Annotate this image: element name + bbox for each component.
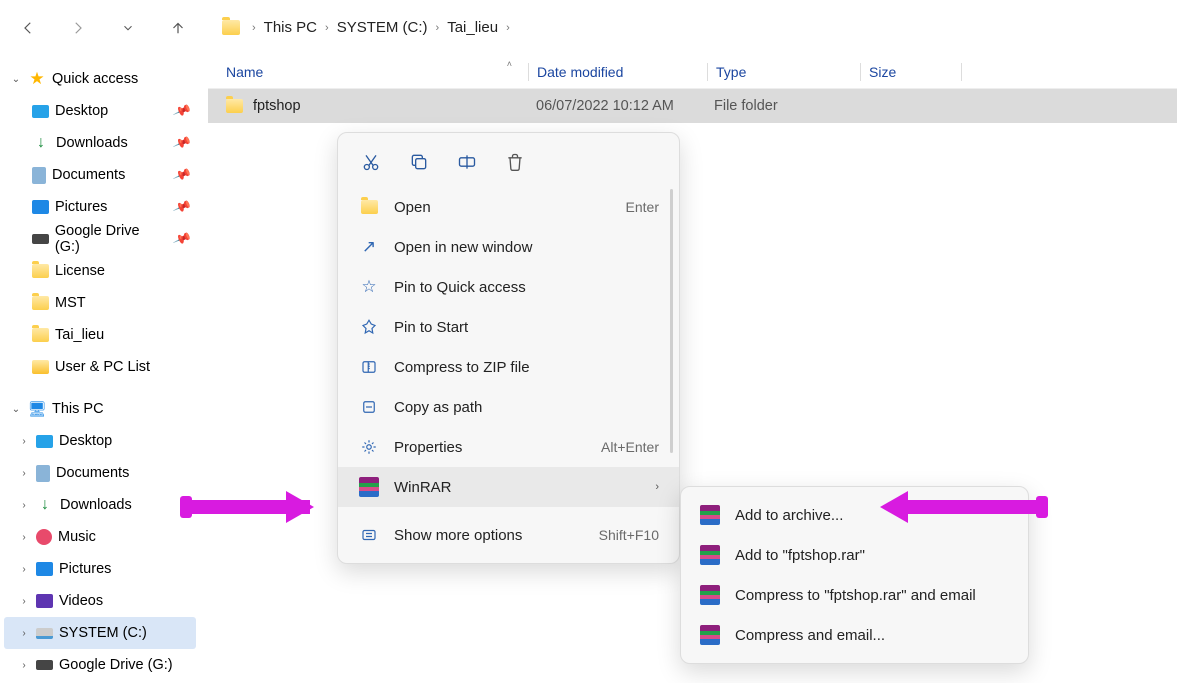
picture-icon [36, 562, 53, 576]
zip-icon [358, 356, 380, 378]
download-icon: ↓ [32, 134, 50, 152]
cut-button[interactable] [356, 147, 386, 177]
sub-add-to[interactable]: Add to "fptshop.rar" [681, 535, 1028, 575]
properties-icon [358, 436, 380, 458]
ctx-pin-qa[interactable]: ☆Pin to Quick access [338, 267, 679, 307]
col-type[interactable]: Type [708, 64, 860, 80]
ctx-pin-start[interactable]: Pin to Start [338, 307, 679, 347]
sub-compress-email[interactable]: Compress to "fptshop.rar" and email [681, 575, 1028, 615]
sidebar-documents[interactable]: Documents📌 [4, 159, 196, 191]
pin-icon: 📌 [172, 197, 193, 218]
pin-icon: 📌 [172, 165, 193, 186]
sidebar-pc-music[interactable]: ›Music [4, 521, 196, 553]
copy-path-icon [358, 396, 380, 418]
sidebar-desktop[interactable]: Desktop📌 [4, 95, 196, 127]
chevron-right-icon: › [655, 481, 659, 493]
sidebar-tailieu[interactable]: Tai_lieu [4, 319, 196, 351]
forward-button[interactable] [64, 14, 92, 42]
ctx-winrar[interactable]: WinRAR› [338, 467, 679, 507]
col-name[interactable]: Name˄ [208, 64, 528, 80]
more-icon [358, 524, 380, 546]
winrar-icon [699, 544, 721, 566]
download-icon: ↓ [36, 496, 54, 514]
ctx-open-window[interactable]: ↗Open in new window [338, 227, 679, 267]
recent-dropdown[interactable] [114, 14, 142, 42]
music-icon [36, 529, 52, 545]
sidebar-this-pc[interactable]: ⌄🖥This PC [4, 393, 196, 425]
rename-button[interactable] [452, 147, 482, 177]
sidebar-downloads[interactable]: ↓Downloads📌 [4, 127, 196, 159]
sidebar-pc-gdrive[interactable]: ›Google Drive (G:) [4, 649, 196, 681]
sidebar-pc-downloads[interactable]: ›↓Downloads [4, 489, 196, 521]
toolbar: › This PC › SYSTEM (C:) › Tai_lieu › [0, 0, 1185, 55]
folder-icon [32, 360, 49, 374]
col-size[interactable]: Size [861, 64, 961, 80]
desktop-icon [36, 435, 53, 448]
winrar-icon [699, 504, 721, 526]
star-icon: ★ [28, 70, 46, 88]
ctx-zip[interactable]: Compress to ZIP file [338, 347, 679, 387]
crumb-root[interactable]: This PC [264, 19, 317, 36]
col-date[interactable]: Date modified [529, 64, 707, 80]
sidebar-pc-desktop[interactable]: ›Desktop [4, 425, 196, 457]
drive-icon [36, 660, 53, 670]
sidebar-pc-system[interactable]: ›SYSTEM (C:) [4, 617, 196, 649]
sidebar: ⌄★Quick access Desktop📌 ↓Downloads📌 Docu… [0, 55, 200, 683]
desktop-icon [32, 105, 49, 118]
sidebar-quick-access[interactable]: ⌄★Quick access [4, 63, 196, 95]
folder-icon [222, 20, 240, 35]
column-headers: Name˄ Date modified Type Size [208, 55, 1177, 89]
winrar-icon [358, 476, 380, 498]
drive-icon [32, 234, 49, 244]
folder-icon [32, 328, 49, 342]
delete-button[interactable] [500, 147, 530, 177]
folder-icon [32, 296, 49, 310]
sidebar-pc-pictures[interactable]: ›Pictures [4, 553, 196, 585]
folder-icon [226, 99, 243, 113]
sub-compress-and-email[interactable]: Compress and email... [681, 615, 1028, 655]
external-icon: ↗ [358, 236, 380, 258]
document-icon [32, 167, 46, 184]
winrar-icon [699, 584, 721, 606]
pin-icon: 📌 [172, 229, 193, 250]
document-icon [36, 465, 50, 482]
back-button[interactable] [14, 14, 42, 42]
sidebar-pc-videos[interactable]: ›Videos [4, 585, 196, 617]
up-button[interactable] [164, 14, 192, 42]
breadcrumb[interactable]: › This PC › SYSTEM (C:) › Tai_lieu › [222, 19, 512, 36]
context-menu: OpenEnter ↗Open in new window ☆Pin to Qu… [337, 132, 680, 564]
pin-icon [358, 316, 380, 338]
copy-button[interactable] [404, 147, 434, 177]
pc-icon: 🖥 [28, 400, 46, 418]
scrollbar[interactable] [670, 189, 673, 453]
winrar-icon [699, 624, 721, 646]
annotation-arrow-right [908, 500, 1042, 514]
ctx-more-options[interactable]: Show more optionsShift+F10 [338, 515, 679, 555]
disk-icon [36, 628, 53, 639]
video-icon [36, 594, 53, 608]
star-outline-icon: ☆ [358, 276, 380, 298]
sidebar-mst[interactable]: MST [4, 287, 196, 319]
ctx-properties[interactable]: PropertiesAlt+Enter [338, 427, 679, 467]
annotation-arrow-left [186, 500, 310, 514]
folder-icon [32, 264, 49, 278]
folder-open-icon [358, 196, 380, 218]
crumb-folder[interactable]: Tai_lieu [447, 19, 498, 36]
ctx-open[interactable]: OpenEnter [338, 187, 679, 227]
sidebar-gdrive[interactable]: Google Drive (G:)📌 [4, 223, 196, 255]
pin-icon: 📌 [172, 101, 193, 122]
ctx-copy-path[interactable]: Copy as path [338, 387, 679, 427]
sort-icon: ˄ [507, 59, 512, 69]
sidebar-pc-documents[interactable]: ›Documents [4, 457, 196, 489]
pin-icon: 📌 [172, 133, 193, 154]
file-row-fptshop[interactable]: fptshop 06/07/2022 10:12 AM File folder [208, 89, 1177, 123]
sidebar-license[interactable]: License [4, 255, 196, 287]
crumb-drive[interactable]: SYSTEM (C:) [337, 19, 428, 36]
sidebar-userpc[interactable]: User & PC List [4, 351, 196, 383]
picture-icon [32, 200, 49, 214]
sidebar-pictures[interactable]: Pictures📌 [4, 191, 196, 223]
